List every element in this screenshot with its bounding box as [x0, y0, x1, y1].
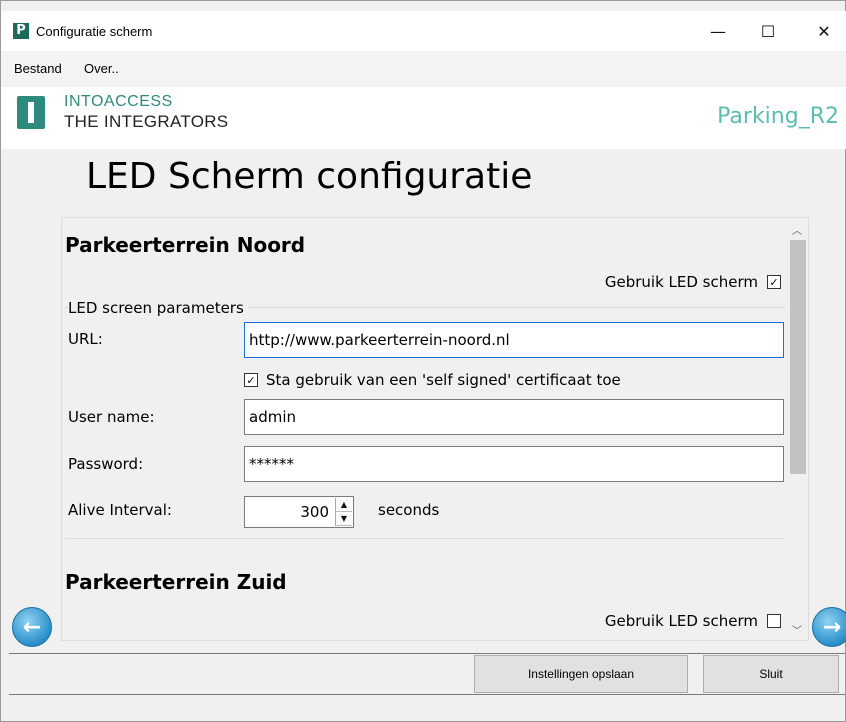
app-icon: P	[13, 23, 29, 39]
alive-interval-stepper[interactable]: 300 ▲ ▼	[244, 496, 354, 528]
stepper-up-icon[interactable]: ▲	[336, 498, 352, 512]
menu-bestand[interactable]: Bestand	[14, 61, 62, 76]
menu-bar: Bestand Over..	[1, 51, 846, 87]
params-legend: LED screen parameters	[68, 299, 248, 317]
window-title: Configuratie scherm	[36, 24, 153, 39]
self-signed-label: Sta gebruik van een 'self signed' certif…	[266, 371, 621, 389]
nav-next-arrow-icon[interactable]: →	[812, 607, 846, 647]
minimize-button[interactable]: —	[695, 11, 741, 51]
alive-interval-unit: seconds	[378, 501, 440, 519]
password-input[interactable]: ******	[244, 446, 784, 482]
username-label: User name:	[68, 408, 155, 426]
use-led-checkbox-zuid[interactable]	[767, 614, 781, 628]
company-logo-icon	[17, 96, 45, 129]
stepper-buttons: ▲ ▼	[335, 498, 352, 526]
use-led-checkbox-noord[interactable]: ✓	[767, 275, 781, 289]
use-led-label: Gebruik LED scherm	[604, 273, 758, 291]
scroll-thumb[interactable]	[790, 240, 806, 474]
nav-previous-arrow-icon[interactable]: ←	[12, 607, 52, 647]
alive-interval-label: Alive Interval:	[68, 501, 172, 519]
config-panel: Parkeerterrein Noord Gebruik LED scherm …	[61, 217, 809, 641]
username-input[interactable]: admin	[244, 399, 784, 435]
page-title: LED Scherm configuratie	[86, 156, 533, 197]
header: INTOACCESS THE INTEGRATORS Parking_R2	[1, 87, 846, 149]
use-led-zuid[interactable]: Gebruik LED scherm	[605, 612, 781, 630]
password-label: Password:	[68, 455, 144, 473]
maximize-button[interactable]: ☐	[745, 11, 791, 51]
alive-interval-value[interactable]: 300	[300, 497, 329, 527]
section-title-noord: Parkeerterrein Noord	[65, 233, 306, 257]
use-led-label: Gebruik LED scherm	[604, 612, 758, 630]
close-dialog-button[interactable]: Sluit	[703, 655, 839, 693]
use-led-noord[interactable]: Gebruik LED scherm ✓	[605, 273, 781, 291]
scroll-down-icon[interactable]: ﹀	[786, 620, 808, 638]
logo-tagline: THE INTEGRATORS	[64, 112, 229, 131]
footer-bar: Instellingen opslaan Sluit	[9, 653, 845, 695]
close-button[interactable]: ✕	[801, 11, 846, 51]
self-signed-checkbox[interactable]: ✓	[244, 373, 258, 387]
profile-name: Parking_R2	[717, 104, 839, 129]
url-label: URL:	[68, 330, 103, 348]
section-title-zuid: Parkeerterrein Zuid	[65, 570, 287, 594]
scroll-up-icon[interactable]: ︿	[786, 220, 808, 238]
self-signed-option[interactable]: ✓ Sta gebruik van een 'self signed' cert…	[244, 371, 621, 389]
logo-company-name: INTOACCESS	[64, 93, 173, 110]
url-input[interactable]: http://www.parkeerterrein-noord.nl	[244, 322, 784, 358]
app-window: P Configuratie scherm — ☐ ✕ Bestand Over…	[0, 0, 846, 722]
vertical-scrollbar[interactable]: ︿ ﹀	[786, 218, 808, 640]
section-divider	[65, 538, 785, 539]
save-settings-button[interactable]: Instellingen opslaan	[474, 655, 688, 693]
title-bar[interactable]: P Configuratie scherm — ☐ ✕	[1, 11, 846, 51]
menu-over[interactable]: Over..	[84, 61, 119, 76]
stepper-down-icon[interactable]: ▼	[336, 512, 352, 526]
